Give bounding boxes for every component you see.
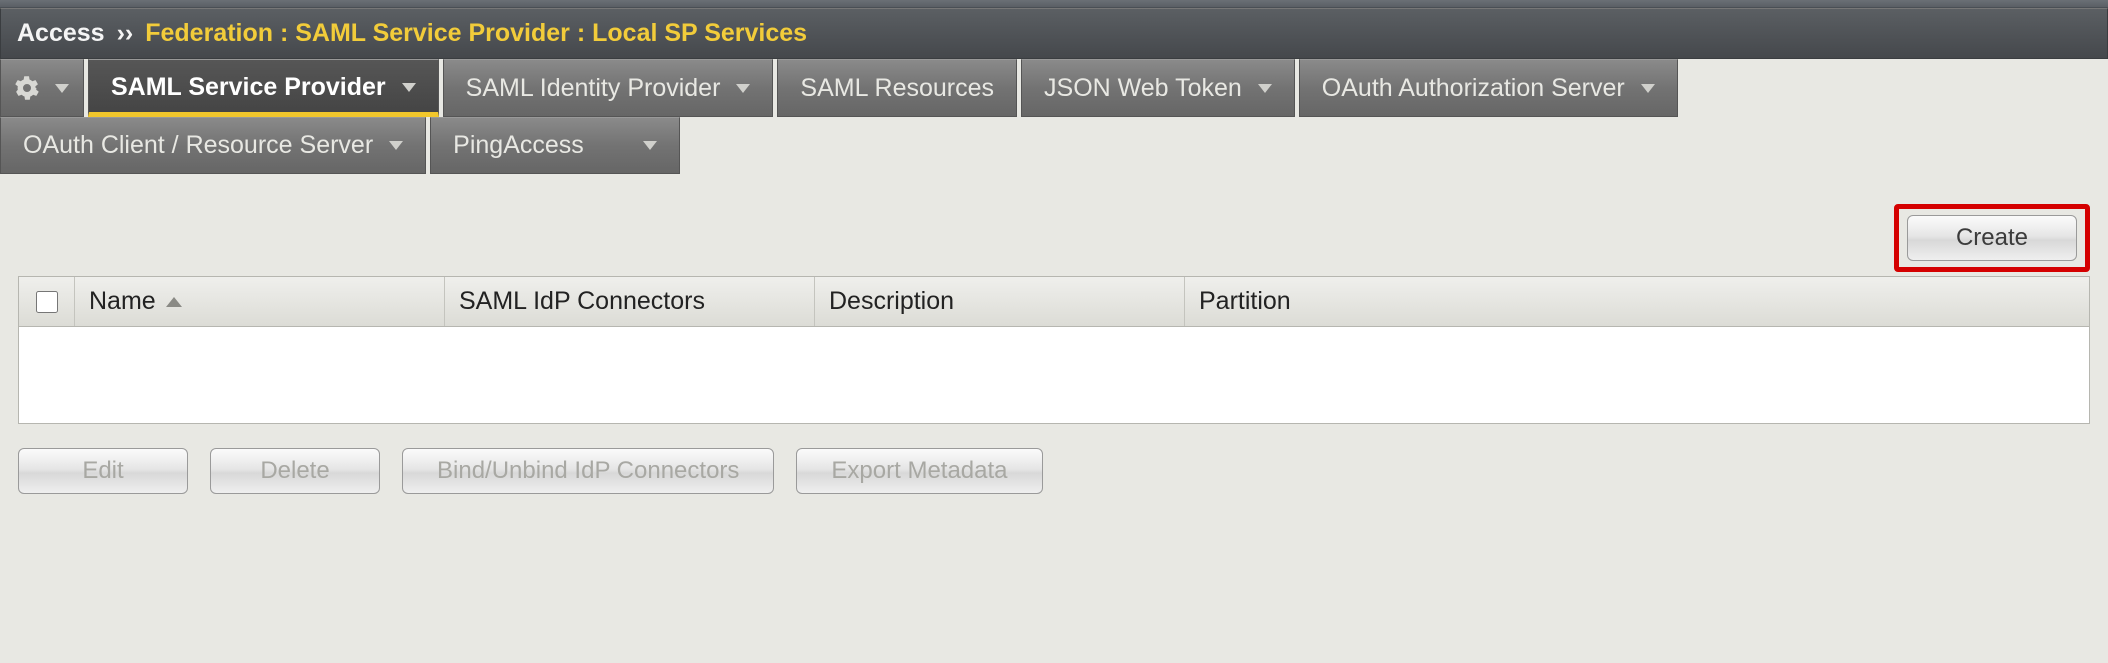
chevron-down-icon [402, 83, 416, 92]
select-all-checkbox[interactable] [36, 291, 58, 313]
breadcrumb-path: Federation : SAML Service Provider : Loc… [145, 19, 807, 48]
column-checkbox [19, 277, 75, 326]
create-highlight-box: Create [1894, 204, 2090, 272]
data-grid: Name SAML IdP Connectors Description Par… [18, 276, 2090, 424]
tab-oauth-client-resource-server[interactable]: OAuth Client / Resource Server [0, 117, 426, 174]
chevron-down-icon [1258, 84, 1272, 93]
chevron-down-icon [736, 84, 750, 93]
tab-pingaccess[interactable]: PingAccess [430, 117, 680, 174]
breadcrumb: Access ›› Federation : SAML Service Prov… [0, 8, 2108, 59]
gear-icon [15, 76, 39, 100]
window-top-band [0, 0, 2108, 8]
tab-label: OAuth Authorization Server [1322, 74, 1625, 103]
footer-actions: Edit Delete Bind/Unbind IdP Connectors E… [18, 448, 2090, 494]
tab-label: SAML Identity Provider [466, 74, 721, 103]
tab-label: SAML Service Provider [111, 73, 386, 102]
column-partition[interactable]: Partition [1185, 277, 2089, 326]
column-description[interactable]: Description [815, 277, 1185, 326]
column-name[interactable]: Name [75, 277, 445, 326]
tab-row-1: SAML Service Provider SAML Identity Prov… [0, 59, 2108, 117]
tab-oauth-authorization-server[interactable]: OAuth Authorization Server [1299, 59, 1678, 117]
create-row: Create [18, 204, 2090, 272]
sort-asc-icon [166, 297, 182, 307]
tab-json-web-token[interactable]: JSON Web Token [1021, 59, 1295, 117]
column-label: Partition [1199, 287, 1291, 316]
column-label: SAML IdP Connectors [459, 287, 705, 316]
edit-button[interactable]: Edit [18, 448, 188, 494]
tab-label: SAML Resources [800, 74, 994, 103]
chevron-down-icon [643, 141, 657, 150]
create-button[interactable]: Create [1907, 215, 2077, 261]
tab-saml-service-provider[interactable]: SAML Service Provider [88, 59, 439, 117]
grid-body-empty [19, 327, 2089, 423]
tab-gear-menu[interactable] [0, 59, 84, 117]
tab-saml-identity-provider[interactable]: SAML Identity Provider [443, 59, 774, 117]
tab-navigation: SAML Service Provider SAML Identity Prov… [0, 59, 2108, 174]
bind-unbind-idp-button[interactable]: Bind/Unbind IdP Connectors [402, 448, 774, 494]
tab-saml-resources[interactable]: SAML Resources [777, 59, 1017, 117]
export-metadata-button[interactable]: Export Metadata [796, 448, 1042, 494]
tab-label: OAuth Client / Resource Server [23, 131, 373, 160]
breadcrumb-separator: ›› [117, 19, 134, 48]
chevron-down-icon [1641, 84, 1655, 93]
breadcrumb-root[interactable]: Access [17, 19, 105, 48]
content-area: Create Name SAML IdP Connectors Descript… [0, 174, 2108, 514]
grid-header: Name SAML IdP Connectors Description Par… [19, 277, 2089, 327]
column-label: Name [89, 287, 156, 316]
tab-label: JSON Web Token [1044, 74, 1242, 103]
tab-label: PingAccess [453, 131, 584, 160]
column-connectors[interactable]: SAML IdP Connectors [445, 277, 815, 326]
column-label: Description [829, 287, 954, 316]
chevron-down-icon [55, 84, 69, 93]
delete-button[interactable]: Delete [210, 448, 380, 494]
tab-row-2: OAuth Client / Resource Server PingAcces… [0, 117, 2108, 174]
chevron-down-icon [389, 141, 403, 150]
